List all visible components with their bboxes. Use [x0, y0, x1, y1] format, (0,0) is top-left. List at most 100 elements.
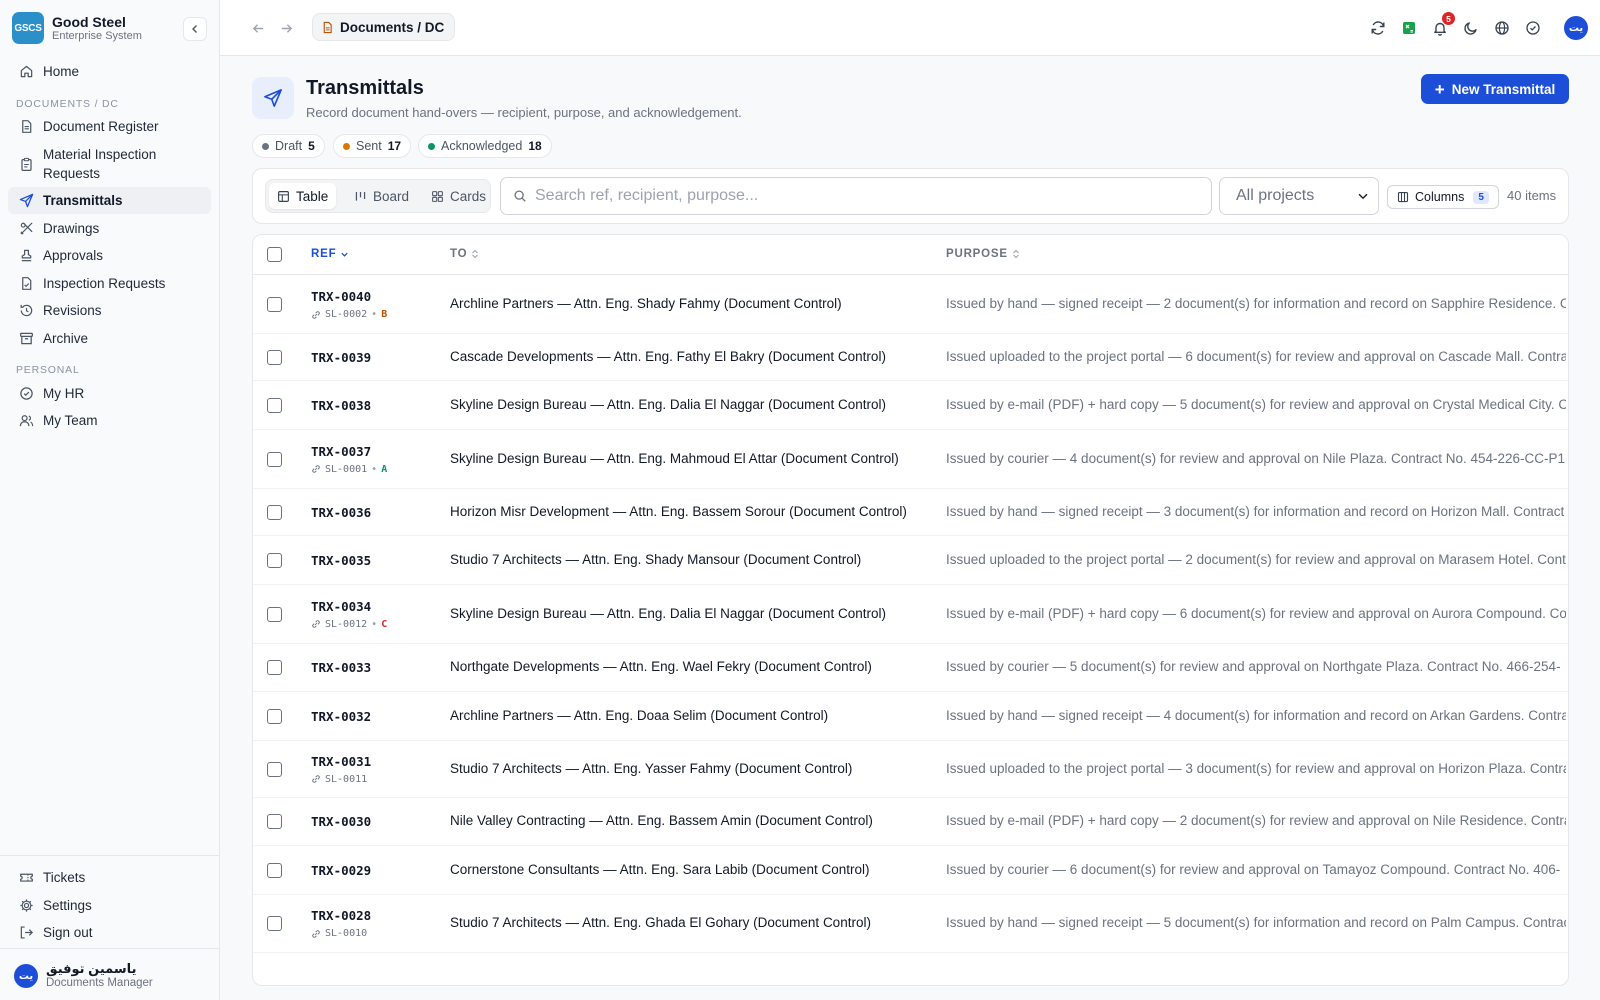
project-filter-select[interactable]: All projects	[1219, 177, 1379, 215]
row-ref[interactable]: TRX-0033	[311, 660, 371, 675]
notifications-button[interactable]: 5	[1427, 12, 1455, 41]
sidebar-item-tickets[interactable]: Tickets	[8, 864, 211, 891]
view-board-button[interactable]: Board	[346, 183, 417, 209]
sidebar-item-label: My HR	[43, 386, 85, 401]
row-checkbox[interactable]	[267, 862, 282, 878]
table-row[interactable]: TRX-0038 Skyline Design Bureau — Attn. En…	[253, 381, 1568, 430]
row-purpose: Issued by e-mail (PDF) + hard copy — 6 d…	[946, 605, 1566, 621]
row-ref[interactable]: TRX-0040	[311, 289, 371, 304]
forward-button[interactable]	[274, 16, 298, 40]
row-linked-submittal[interactable]: SL-0001 • A	[311, 464, 387, 475]
link-icon	[311, 929, 321, 939]
row-purpose: Issued by e-mail (PDF) + hard copy — 2 d…	[946, 813, 1566, 828]
column-header-ref[interactable]: REF	[311, 248, 349, 260]
row-ref[interactable]: TRX-0039	[311, 350, 371, 365]
table-row[interactable]: TRX-0040 SL-0002 • B Archline Partners — Att…	[253, 276, 1568, 334]
column-header-purpose[interactable]: PURPOSE	[946, 248, 1020, 260]
table-row[interactable]: TRX-0035 Studio 7 Architects — Attn. Eng.…	[253, 536, 1568, 585]
row-checkbox[interactable]	[267, 708, 282, 724]
row-checkbox[interactable]	[267, 606, 282, 622]
row-ref[interactable]: TRX-0038	[311, 398, 371, 413]
sidebar-item-approvals[interactable]: Approvals	[8, 242, 211, 269]
column-header-label: REF	[311, 248, 337, 260]
columns-button[interactable]: Columns 5	[1387, 185, 1499, 209]
table-row[interactable]: TRX-0039 Cascade Developments — Attn. Eng…	[253, 334, 1568, 381]
sidebar-item-my-team[interactable]: My Team	[8, 407, 211, 434]
sidebar-item-my-hr[interactable]: My HR	[8, 380, 211, 407]
collapse-sidebar-button[interactable]	[183, 17, 207, 41]
theme-toggle-button[interactable]	[1458, 15, 1484, 41]
row-ref[interactable]: TRX-0031	[311, 754, 371, 769]
view-table-button[interactable]: Table	[269, 183, 337, 209]
row-linked-submittal[interactable]: SL-0002 • B	[311, 309, 387, 320]
sidebar-item-revisions[interactable]: Revisions	[8, 297, 211, 324]
sidebar-item-label: Archive	[43, 331, 89, 346]
search-input[interactable]	[535, 187, 1195, 205]
row-checkbox[interactable]	[267, 349, 282, 365]
arrow-left-icon	[252, 23, 263, 33]
refresh-button[interactable]	[1365, 15, 1391, 41]
row-checkbox[interactable]	[267, 916, 282, 931]
table-row[interactable]: TRX-0029 Cornerstone Consultants — Attn. …	[253, 846, 1568, 895]
row-checkbox[interactable]	[267, 451, 282, 467]
table-row[interactable]: TRX-0037 SL-0001 • A Skyline Design Bureau —…	[253, 430, 1568, 489]
tasks-button[interactable]	[1520, 15, 1546, 41]
row-linked-submittal[interactable]: SL-0012 • C	[311, 619, 387, 630]
excel-button[interactable]	[1396, 15, 1422, 41]
row-checkbox[interactable]	[267, 397, 282, 413]
sidebar-item-sign-out[interactable]: Sign out	[8, 919, 211, 946]
status-chip-acknowledged[interactable]: Acknowledged 18	[418, 134, 552, 158]
status-chip-draft[interactable]: Draft 5	[252, 134, 325, 158]
sidebar-item-archive[interactable]: Archive	[8, 325, 211, 352]
user-avatar-button[interactable]: يت	[1564, 16, 1588, 40]
brand-name: Good Steel	[52, 13, 126, 30]
sidebar-item-label: Settings	[43, 898, 92, 913]
table-row[interactable]: TRX-0030 Nile Valley Contracting — Attn. …	[253, 798, 1568, 846]
sidebar-item-transmittals[interactable]: Transmittals	[8, 187, 211, 214]
new-transmittal-button[interactable]: + New Transmittal	[1421, 74, 1569, 104]
sidebar-item-inspection-requests[interactable]: Inspection Requests	[8, 270, 211, 297]
row-linked-submittal[interactable]: SL-0010	[311, 928, 367, 939]
row-ref[interactable]: TRX-0029	[311, 863, 371, 878]
row-ref[interactable]: TRX-0036	[311, 505, 371, 520]
back-button[interactable]	[246, 16, 270, 40]
row-checkbox[interactable]	[267, 297, 282, 312]
sidebar-item-settings[interactable]: Settings	[8, 892, 211, 919]
brand[interactable]: GSCS Good Steel Enterprise System	[12, 11, 208, 45]
nav-section-documents: DOCUMENTS / DC	[16, 98, 119, 110]
kanban-icon	[354, 190, 367, 203]
row-checkbox[interactable]	[267, 660, 282, 675]
status-chip-sent[interactable]: Sent 17	[333, 134, 412, 158]
row-purpose: Issued by hand — signed receipt — 4 docu…	[946, 707, 1566, 723]
row-checkbox[interactable]	[267, 504, 282, 520]
row-linked-submittal[interactable]: SL-0011	[311, 774, 367, 785]
sidebar-item-material-inspection-requests[interactable]: Material Inspection Requests	[8, 143, 211, 185]
row-ref[interactable]: TRX-0037	[311, 444, 371, 459]
linked-submittal-code: SL-0001	[325, 463, 368, 475]
table-row[interactable]: TRX-0031 SL-0011 Studio 7 Architects — Att…	[253, 741, 1568, 798]
row-checkbox[interactable]	[267, 761, 282, 777]
table-row[interactable]: TRX-0028 SL-0010 Studio 7 Architects — Att…	[253, 895, 1568, 953]
table-row[interactable]: TRX-0032 Archline Partners — Attn. Eng. D…	[253, 692, 1568, 741]
language-button[interactable]	[1489, 15, 1515, 41]
row-ref[interactable]: TRX-0028	[311, 908, 371, 923]
sidebar-item-document-register[interactable]: Document Register	[8, 113, 211, 140]
select-all-checkbox[interactable]	[267, 247, 282, 262]
row-checkbox[interactable]	[267, 814, 282, 829]
row-ref[interactable]: TRX-0030	[311, 814, 371, 829]
user-profile[interactable]: يت ياسمين توفيق Documents Manager	[14, 958, 210, 994]
row-ref[interactable]: TRX-0035	[311, 553, 371, 568]
row-ref[interactable]: TRX-0032	[311, 709, 371, 724]
table-row[interactable]: TRX-0036 Horizon Misr Development — Attn.…	[253, 489, 1568, 536]
history-icon	[18, 303, 34, 319]
table-row[interactable]: TRX-0034 SL-0012 • C Skyline Design Bureau —…	[253, 585, 1568, 644]
column-header-to[interactable]: TO	[450, 248, 479, 260]
view-cards-button[interactable]: Cards	[423, 183, 494, 209]
table-row[interactable]: TRX-0033 Northgate Developments — Attn. E…	[253, 644, 1568, 692]
row-checkbox[interactable]	[267, 552, 282, 568]
breadcrumb[interactable]: Documents / DC	[312, 13, 456, 41]
sidebar-item-drawings[interactable]: Drawings	[8, 215, 211, 242]
sidebar-item-home[interactable]: Home	[8, 58, 211, 85]
row-ref[interactable]: TRX-0034	[311, 599, 371, 614]
separator-dot: •	[371, 618, 378, 630]
